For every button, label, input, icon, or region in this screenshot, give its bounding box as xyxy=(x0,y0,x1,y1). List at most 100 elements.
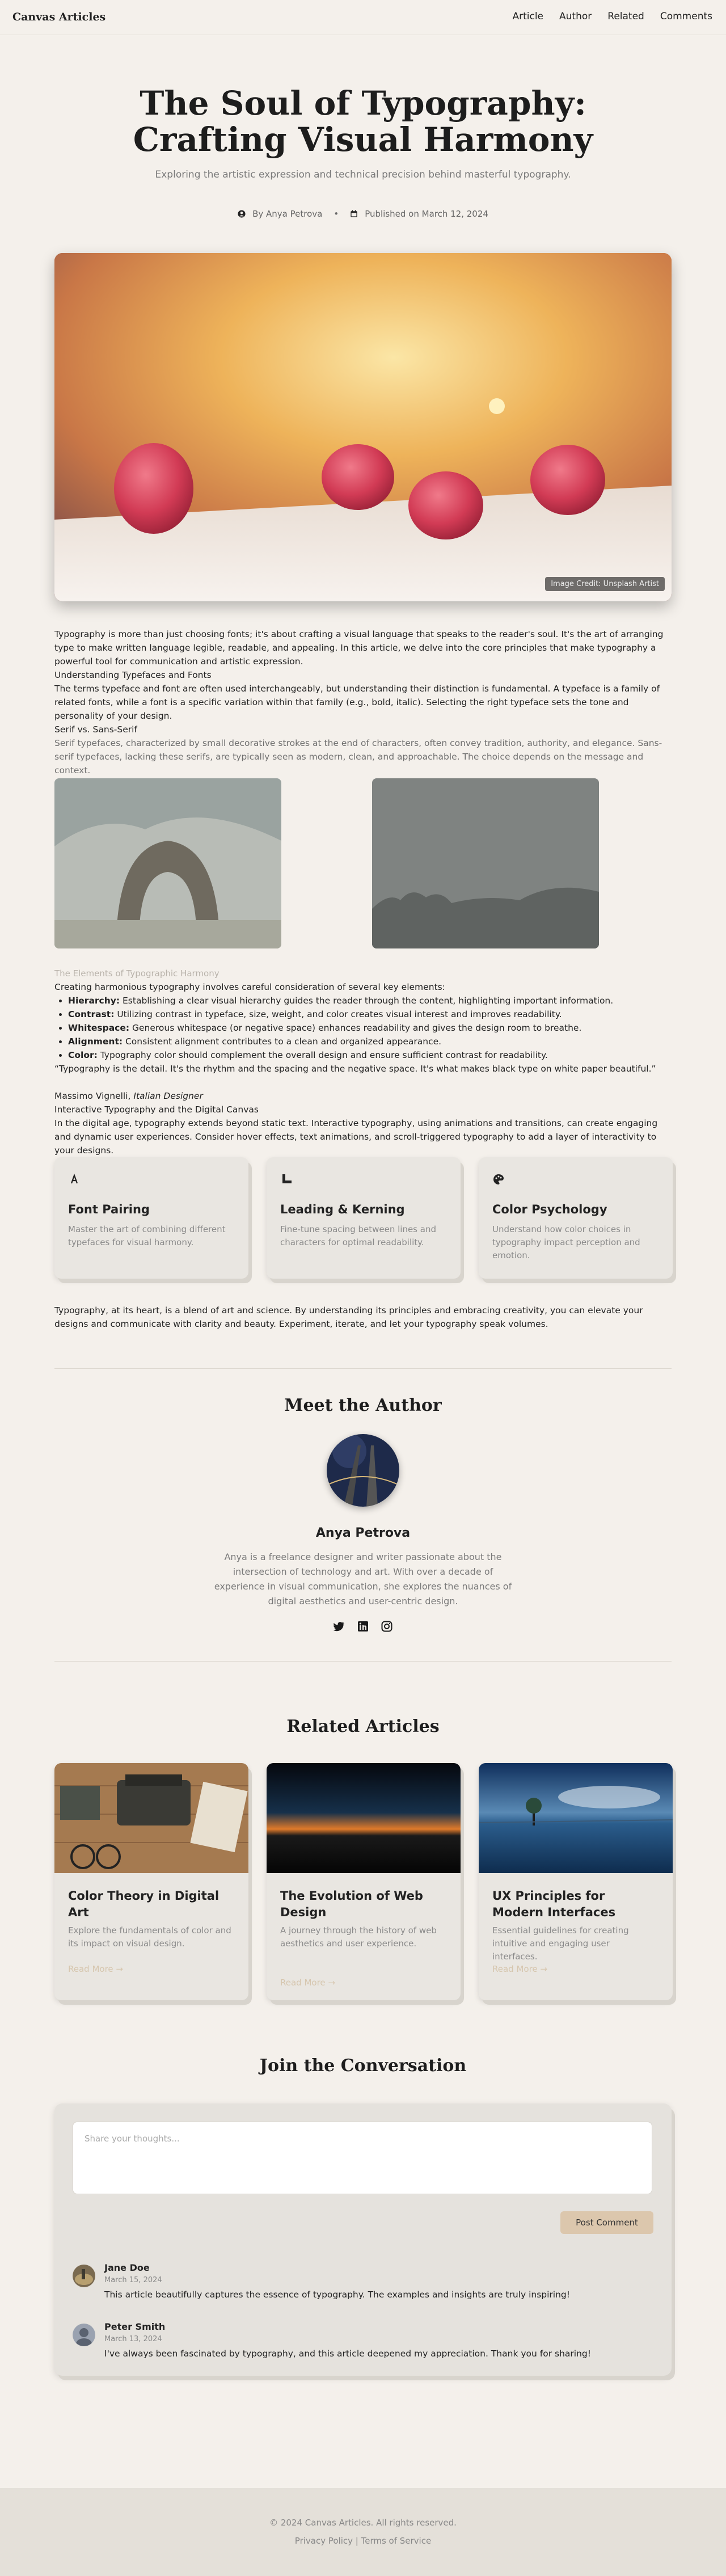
comments-section-heading: Join the Conversation xyxy=(259,2056,467,2076)
article-title: The Soul of Typography: Crafting Visual … xyxy=(133,84,593,159)
social-links xyxy=(0,1620,726,1633)
author-section-heading: Meet the Author xyxy=(284,1395,442,1415)
nav-links: Article Author Related Comments xyxy=(512,11,712,22)
article-meta: By Anya Petrova • Published on March 12,… xyxy=(0,209,726,219)
related-section-heading: Related Articles xyxy=(286,1717,440,1736)
nav-link-related[interactable]: Related xyxy=(607,11,644,22)
quote-author: Massimo Vignelli, xyxy=(54,1091,134,1101)
palette-icon xyxy=(493,1174,504,1184)
list-item: Contrast: Utilizing contrast in typeface… xyxy=(68,1007,669,1021)
related-card[interactable]: The Evolution of Web Design A journey th… xyxy=(267,1763,461,2000)
divider xyxy=(54,1368,672,1369)
rock-arch-photo xyxy=(54,778,281,948)
horizon-photo xyxy=(267,1763,461,1873)
feature-desc: Understand how color choices in typograp… xyxy=(492,1224,640,1260)
paragraph-elements: Creating harmonious typography involves … xyxy=(54,982,445,992)
author-photo xyxy=(327,1434,399,1507)
meta-separator: • xyxy=(334,209,339,219)
blockquote-text: “Typography is the detail. It's the rhyt… xyxy=(54,1064,656,1074)
twitter-icon[interactable] xyxy=(333,1620,345,1633)
nav-link-article[interactable]: Article xyxy=(512,11,543,22)
post-comment-button[interactable]: Post Comment xyxy=(560,2211,653,2234)
comment-author: Peter Smith xyxy=(104,2321,166,2332)
list-text: Generous whitespace (or negative space) … xyxy=(129,1023,582,1033)
related-title[interactable]: The Evolution of Web Design xyxy=(280,1888,445,1921)
footer: © 2024 Canvas Articles. All rights reser… xyxy=(0,2488,726,2576)
quote-role: Italian Designer xyxy=(133,1091,203,1101)
list-term: Alignment: xyxy=(68,1036,123,1047)
list-term: Whitespace: xyxy=(68,1023,130,1033)
feature-desc: Master the art of combining different ty… xyxy=(68,1224,226,1247)
top-navbar: Canvas Articles Article Author Related C… xyxy=(0,0,726,35)
related-card[interactable]: UX Principles for Modern Interfaces Esse… xyxy=(479,1763,673,2000)
comment-date: March 13, 2024 xyxy=(104,2335,162,2343)
list-item: Color: Typography color should complemen… xyxy=(68,1048,669,1062)
related-desc: Explore the fundamentals of color and it… xyxy=(68,1925,231,1949)
read-more-link[interactable]: Read More → xyxy=(280,1978,335,1988)
list-term: Hierarchy: xyxy=(68,996,120,1006)
related-desc: A journey through the history of web aes… xyxy=(280,1925,437,1949)
related-title[interactable]: Color Theory in Digital Art xyxy=(68,1888,233,1921)
comment-body: This article beautifully captures the es… xyxy=(104,2290,570,2300)
list-text: Consistent alignment contributes to a cl… xyxy=(123,1036,442,1047)
nav-link-author[interactable]: Author xyxy=(559,11,592,22)
related-card[interactable]: Color Theory in Digital Art Explore the … xyxy=(54,1763,248,2000)
calendar-icon xyxy=(351,210,357,217)
feature-title: Font Pairing xyxy=(68,1203,150,1216)
elements-list: Hierarchy: Establishing a clear visual h… xyxy=(68,994,669,1062)
author-byline[interactable]: By Anya Petrova xyxy=(252,209,322,219)
avatar xyxy=(73,2265,95,2287)
typewriter-photo xyxy=(54,1763,248,1873)
list-term: Color: xyxy=(68,1050,98,1060)
image-credit: Image Credit: Unsplash Artist xyxy=(545,577,665,591)
related-desc: Essential guidelines for creating intuit… xyxy=(492,1925,629,1962)
feature-title: Leading & Kerning xyxy=(280,1203,405,1216)
paragraph-understanding: The terms typeface and font are often us… xyxy=(54,684,660,721)
heading-serif: Serif vs. Sans-Serif xyxy=(54,724,137,735)
publish-date: Published on March 12, 2024 xyxy=(365,209,488,219)
font-icon xyxy=(70,1173,78,1184)
raspberries-photo xyxy=(54,253,672,601)
list-item: Hierarchy: Establishing a clear visual h… xyxy=(68,994,669,1007)
heading-understanding: Understanding Typefaces and Fonts xyxy=(54,670,212,680)
feature-card-color-psychology[interactable]: Color Psychology Understand how color ch… xyxy=(479,1157,673,1279)
footer-copyright: © 2024 Canvas Articles. All rights reser… xyxy=(269,2518,457,2528)
author-bio: Anya is a freelance designer and writer … xyxy=(214,1551,512,1607)
lake-tree-photo xyxy=(479,1763,673,1873)
feature-card-font-pairing[interactable]: Font Pairing Master the art of combining… xyxy=(54,1157,248,1279)
hero-image: Image Credit: Unsplash Artist xyxy=(54,253,672,601)
comment-date: March 15, 2024 xyxy=(104,2276,162,2284)
related-title[interactable]: UX Principles for Modern Interfaces xyxy=(492,1888,657,1921)
comment-item: Peter Smith March 13, 2024 I've always b… xyxy=(73,2321,652,2361)
footer-links[interactable]: Privacy Policy | Terms of Service xyxy=(0,2536,726,2546)
avatar xyxy=(73,2324,95,2346)
brand-logo[interactable]: Canvas Articles xyxy=(12,11,105,23)
ruler-icon xyxy=(282,1174,292,1183)
linkedin-icon[interactable] xyxy=(357,1620,369,1633)
feature-card-leading-kerning[interactable]: Leading & Kerning Fine-tune spacing betw… xyxy=(267,1157,461,1279)
article-subtitle: Exploring the artistic expression and te… xyxy=(155,169,571,180)
comment-item: Jane Doe March 15, 2024 This article bea… xyxy=(73,2262,652,2302)
blockquote-cite: Massimo Vignelli, Italian Designer xyxy=(54,1089,672,1103)
rock-arch-image xyxy=(54,778,281,948)
list-text: Utilizing contrast in typeface, size, we… xyxy=(114,1009,562,1019)
list-text: Typography color should complement the o… xyxy=(97,1050,548,1060)
conclusion-paragraph: Typography, at its heart, is a blend of … xyxy=(54,1305,643,1329)
feature-desc: Fine-tune spacing between lines and char… xyxy=(280,1224,436,1247)
comment-author: Jane Doe xyxy=(104,2262,150,2273)
read-more-link[interactable]: Read More → xyxy=(68,1964,123,1974)
instagram-icon[interactable] xyxy=(381,1620,393,1633)
comment-body: I've always been fascinated by typograph… xyxy=(104,2349,591,2359)
read-more-link[interactable]: Read More → xyxy=(492,1964,547,1974)
image-caption: The Elements of Typographic Harmony xyxy=(54,968,220,979)
divider xyxy=(54,1661,672,1662)
comment-textarea[interactable]: Share your thoughts... xyxy=(73,2122,652,2194)
night-sky-photo xyxy=(372,778,599,948)
author-name: Anya Petrova xyxy=(315,1526,411,1540)
feature-title: Color Psychology xyxy=(492,1203,607,1216)
comments-box: Share your thoughts... Post Comment Jane… xyxy=(54,2103,672,2376)
heading-interactive: Interactive Typography and the Digital C… xyxy=(54,1104,259,1115)
nav-link-comments[interactable]: Comments xyxy=(660,11,712,22)
night-sky-image xyxy=(372,778,599,948)
paragraph-serif: Serif typefaces, characterized by small … xyxy=(54,738,662,775)
